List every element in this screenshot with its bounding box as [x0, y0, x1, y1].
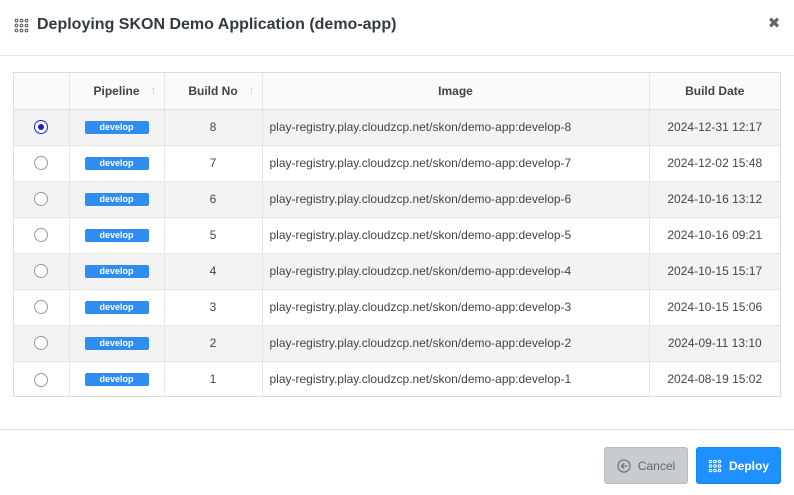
- image-cell: play-registry.play.cloudzcp.net/skon/dem…: [262, 253, 650, 290]
- builds-table: Pipeline ↑ Build No ↑ Image Build Date dev…: [13, 72, 781, 397]
- column-header-build-date: Build Date: [649, 73, 780, 110]
- pipeline-badge: develop: [84, 229, 149, 243]
- pipeline-badge: develop: [84, 193, 149, 207]
- column-header-pipeline[interactable]: Pipeline ↑: [69, 73, 165, 110]
- pipeline-cell: develop: [69, 217, 165, 254]
- pipeline-badge: develop: [84, 337, 149, 351]
- cancel-label: Cancel: [637, 458, 676, 473]
- pipeline-cell: develop: [69, 361, 165, 396]
- build-date-cell: 2024-08-19 15:02: [667, 372, 763, 387]
- table-row[interactable]: develop 5 play-registry.play.cloudzcp.net/…: [14, 217, 780, 254]
- column-header-select: [14, 73, 70, 110]
- deploy-button[interactable]: Deploy: [696, 447, 781, 484]
- select-cell[interactable]: [14, 109, 70, 146]
- grid-dots-icon: [14, 18, 29, 33]
- image-cell: play-registry.play.cloudzcp.net/skon/dem…: [262, 325, 650, 362]
- pipeline-cell: develop: [69, 253, 165, 290]
- grid-dots-icon: [708, 459, 722, 472]
- table-row[interactable]: develop 1 play-registry.play.cloudzcp.net/…: [14, 361, 780, 396]
- select-cell[interactable]: [14, 181, 70, 218]
- select-cell[interactable]: [14, 361, 70, 396]
- table-row[interactable]: develop 8 play-registry.play.cloudzcp.net/…: [14, 109, 780, 146]
- table-row[interactable]: develop 2 play-registry.play.cloudzcp.net/…: [14, 325, 780, 362]
- select-cell[interactable]: [14, 289, 70, 326]
- build-no-cell: 7: [164, 145, 263, 182]
- pipeline-cell: develop: [69, 145, 165, 182]
- back-arrow-circle-icon: [617, 458, 631, 473]
- image-cell: play-registry.play.cloudzcp.net/skon/dem…: [262, 181, 650, 218]
- image-cell: play-registry.play.cloudzcp.net/skon/dem…: [262, 217, 650, 254]
- pipeline-cell: develop: [69, 109, 165, 146]
- table-row[interactable]: develop 4 play-registry.play.cloudzcp.net/…: [14, 253, 780, 290]
- select-cell[interactable]: [14, 217, 70, 254]
- select-cell[interactable]: [14, 325, 70, 362]
- close-icon[interactable]: ✖: [767, 16, 781, 31]
- build-no-cell: 1: [164, 361, 263, 396]
- pipeline-badge: develop: [84, 157, 149, 171]
- table-row[interactable]: develop 3 play-registry.play.cloudzcp.net/…: [14, 289, 780, 326]
- deploy-dialog: Deploying SKON Demo Application (demo-ap…: [0, 0, 794, 495]
- build-radio[interactable]: [34, 264, 49, 279]
- build-date-cell: 2024-10-16 13:12: [649, 181, 780, 218]
- table-row[interactable]: develop 7 play-registry.play.cloudzcp.net/…: [14, 145, 780, 182]
- build-date-cell: 2024-09-11 13:10: [649, 325, 780, 362]
- build-date-cell: 2024-12-02 15:48: [649, 145, 780, 182]
- build-radio[interactable]: [34, 228, 49, 243]
- column-header-image: Image: [262, 73, 650, 110]
- build-radio[interactable]: [34, 336, 49, 351]
- build-no-cell: 4: [164, 253, 263, 290]
- build-radio[interactable]: [34, 372, 49, 387]
- build-no-cell: 8: [164, 109, 263, 146]
- dialog-header: Deploying SKON Demo Application (demo-ap…: [0, 0, 794, 56]
- image-cell: play-registry.play.cloudzcp.net/skon/dem…: [262, 145, 650, 182]
- column-header-build-no[interactable]: Build No ↑: [164, 73, 263, 110]
- column-header-label: Build No: [188, 83, 238, 98]
- build-date-cell: 2024-10-15 15:17: [649, 253, 780, 290]
- build-date-cell: 2024-10-15 15:06: [649, 289, 780, 326]
- select-cell[interactable]: [14, 253, 70, 290]
- dialog-footer: Cancel Deploy: [0, 429, 794, 495]
- pipeline-badge: develop: [84, 373, 149, 387]
- build-no-cell: 5: [164, 217, 263, 254]
- pipeline-cell: develop: [69, 289, 165, 326]
- sort-arrow-icon[interactable]: ↑: [248, 84, 256, 96]
- table-header-row: Pipeline ↑ Build No ↑ Image Build Date: [14, 73, 780, 110]
- image-cell: play-registry.play.cloudzcp.net/skon/dem…: [262, 289, 650, 326]
- pipeline-badge: develop: [84, 121, 149, 135]
- build-radio[interactable]: [34, 192, 49, 207]
- build-date-cell: 2024-10-16 09:21: [649, 217, 780, 254]
- pipeline-cell: develop: [69, 181, 165, 218]
- select-cell[interactable]: [14, 145, 70, 182]
- build-no-cell: 3: [164, 289, 263, 326]
- pipeline-cell: develop: [69, 325, 165, 362]
- dialog-title: Deploying SKON Demo Application (demo-ap…: [37, 16, 397, 33]
- deploy-label: Deploy: [728, 458, 769, 473]
- table-row[interactable]: develop 6 play-registry.play.cloudzcp.net/…: [14, 181, 780, 218]
- build-radio[interactable]: [34, 120, 49, 135]
- pipeline-badge: develop: [84, 265, 149, 279]
- column-header-label: Pipeline: [93, 83, 140, 98]
- image-cell: play-registry.play.cloudzcp.net/skon/dem…: [262, 361, 650, 396]
- build-no-cell: 2: [164, 325, 263, 362]
- build-date-cell: 2024-12-31 12:17: [649, 109, 780, 146]
- sort-arrow-icon[interactable]: ↑: [150, 84, 158, 96]
- build-radio[interactable]: [34, 156, 49, 171]
- image-cell: play-registry.play.cloudzcp.net/skon/dem…: [262, 109, 650, 146]
- pipeline-badge: develop: [84, 301, 149, 315]
- build-no-cell: 6: [164, 181, 263, 218]
- cancel-button[interactable]: Cancel: [604, 447, 688, 484]
- build-radio[interactable]: [34, 300, 49, 315]
